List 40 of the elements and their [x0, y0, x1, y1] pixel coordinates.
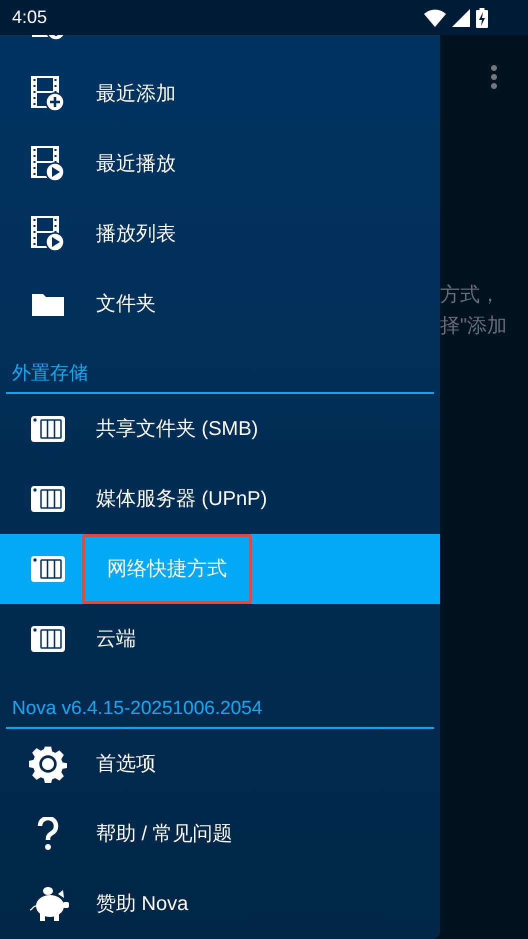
menu-item[interactable]: 文件夹: [0, 269, 440, 339]
status-time: 4:05: [12, 6, 48, 29]
menu-item[interactable]: 帮助 / 常见问题: [0, 799, 440, 869]
settings-icon: [29, 745, 67, 783]
section-header: Nova v6.4.15-20251006.2054: [12, 696, 262, 720]
wifi-icon: [424, 8, 446, 26]
menu-item-label: 文件夹: [96, 292, 156, 317]
film-plus-icon: [31, 76, 65, 112]
menu-item[interactable]: 赞助 Nova: [0, 869, 440, 939]
menu-item-label: 云端: [96, 627, 136, 652]
menu-item-label: 帮助 / 常见问题: [96, 822, 233, 847]
section-header: 外置存储: [12, 362, 88, 386]
background-text: 择"添加: [440, 314, 508, 339]
menu-item[interactable]: 播放列表: [0, 199, 440, 269]
menu-item-label: 播放列表: [96, 222, 176, 247]
server-icon: [31, 416, 65, 442]
menu-item[interactable]: 最近播放: [0, 129, 440, 199]
menu-item-label: 首选项: [96, 752, 156, 777]
server-icon: [31, 486, 65, 512]
folder-icon: [31, 291, 65, 317]
film-play-icon: [31, 216, 65, 252]
menu-item[interactable]: 云端: [0, 604, 440, 674]
menu-item[interactable]: 首选项: [0, 729, 440, 799]
menu-item-label: 网络快捷方式: [82, 534, 252, 604]
background-text: 方式，: [440, 283, 501, 308]
film-play-icon: [31, 146, 65, 182]
signal-icon: [452, 8, 470, 26]
menu-item-label: 最近添加: [96, 82, 176, 107]
help-icon: [37, 817, 59, 851]
menu-item[interactable]: 共享文件夹 (SMB): [0, 394, 440, 464]
menu-item-label: 共享文件夹 (SMB): [96, 417, 258, 442]
menu-item-label: 最近播放: [96, 152, 176, 177]
more-options-icon[interactable]: [489, 64, 499, 90]
menu-item-label: 媒体服务器 (UPnP): [96, 487, 268, 512]
server-icon: [31, 556, 65, 582]
menu-item[interactable]: 媒体服务器 (UPnP): [0, 464, 440, 534]
server-icon: [31, 626, 65, 652]
menu-item-label: 赞助 Nova: [96, 892, 188, 917]
menu-item[interactable]: 最近添加: [0, 59, 440, 129]
battery-charging-icon: [476, 8, 488, 28]
